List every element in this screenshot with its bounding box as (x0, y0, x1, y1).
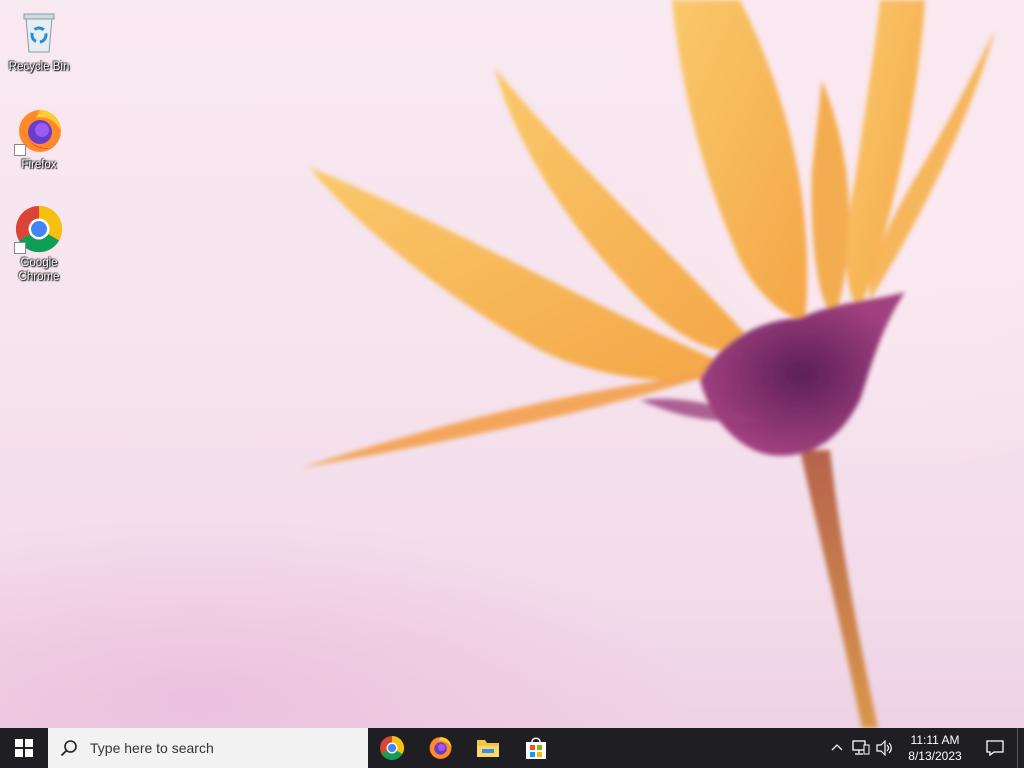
firefox-icon (429, 737, 452, 759)
store-icon (526, 737, 546, 759)
desktop-icon-chrome[interactable]: Google Chrome (4, 204, 74, 284)
volume-button[interactable] (873, 728, 897, 768)
taskbar-app-firefox[interactable] (416, 728, 464, 768)
desktop-icon-recycle-bin[interactable]: Recycle Bin (4, 8, 74, 74)
action-center-button[interactable] (973, 728, 1017, 768)
firefox-icon (14, 106, 64, 156)
taskbar-app-file-explorer[interactable] (464, 728, 512, 768)
start-button[interactable] (0, 728, 48, 768)
show-hidden-icons-button[interactable] (825, 728, 849, 768)
chrome-icon (14, 204, 64, 254)
chevron-up-icon (831, 744, 843, 751)
shortcut-arrow-icon (14, 144, 26, 156)
desktop: Recycle Bin Firefox Google Chrome (0, 0, 1024, 728)
search-placeholder: Type here to search (90, 740, 214, 756)
volume-icon (876, 740, 892, 756)
notification-icon (986, 740, 1004, 756)
taskbar: Type here to search 11:11 AM 8/13/2023 (0, 728, 1024, 768)
clock-date: 8/13/2023 (908, 749, 962, 763)
windows-logo-icon (15, 739, 33, 757)
desktop-icon-firefox[interactable]: Firefox (4, 106, 74, 172)
clock-time: 11:11 AM (910, 733, 960, 747)
search-icon (60, 740, 77, 757)
wallpaper-flower (300, 0, 995, 728)
desktop-icon-label: Google Chrome (18, 257, 60, 283)
shortcut-arrow-icon (14, 242, 26, 254)
desktop-icon-label: Recycle Bin (8, 61, 70, 73)
chrome-icon (380, 736, 405, 761)
system-tray: 11:11 AM 8/13/2023 (825, 728, 1024, 768)
recycle-bin-icon (14, 8, 64, 58)
network-button[interactable] (849, 728, 873, 768)
desktop-icon-label: Firefox (21, 159, 57, 171)
clock[interactable]: 11:11 AM 8/13/2023 (897, 728, 973, 768)
taskbar-app-microsoft-store[interactable] (512, 728, 560, 768)
network-icon (852, 740, 870, 755)
search-box[interactable]: Type here to search (48, 728, 368, 768)
folder-icon (477, 740, 499, 757)
show-desktop-button[interactable] (1017, 728, 1024, 768)
taskbar-app-chrome[interactable] (368, 728, 416, 768)
